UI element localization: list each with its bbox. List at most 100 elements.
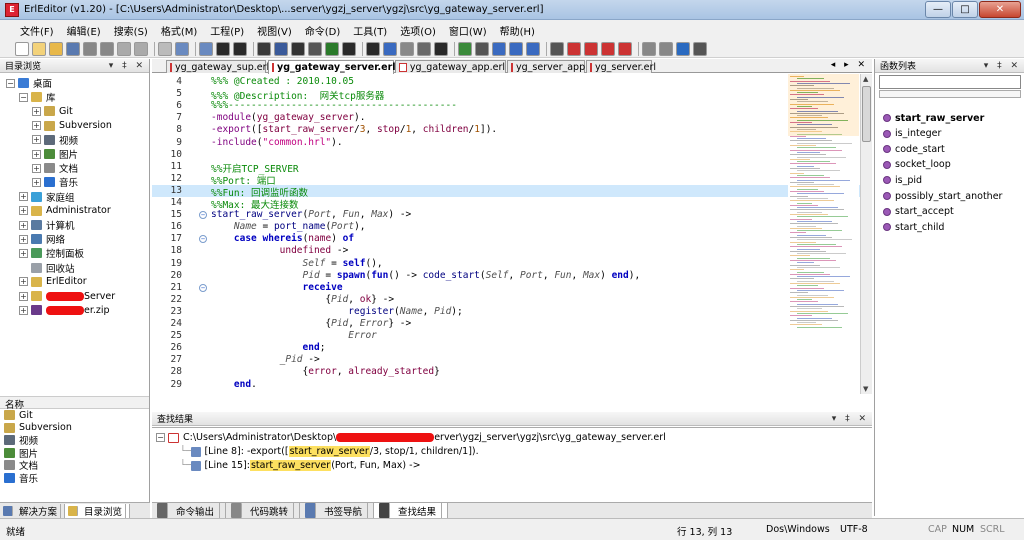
result-file-row[interactable]: − C:\Users\Administrator\Desktop\ erver\…: [156, 431, 666, 444]
menu-item[interactable]: 帮助(H): [496, 23, 539, 38]
expand-icon[interactable]: +: [32, 149, 41, 159]
list-item[interactable]: 文档: [0, 459, 149, 472]
tree-item[interactable]: + 文档: [32, 161, 78, 175]
toolbar-button-icon[interactable]: [458, 41, 472, 56]
expand-icon[interactable]: +: [19, 277, 28, 287]
tree-item[interactable]: + 控制面板: [19, 246, 84, 260]
tree-item[interactable]: + Subversion: [32, 119, 112, 133]
tree-item[interactable]: + 音乐: [32, 175, 78, 189]
expand-icon[interactable]: +: [19, 192, 28, 202]
toolbar-button-icon[interactable]: [618, 41, 632, 56]
fold-marker-icon[interactable]: −: [199, 211, 207, 220]
tree-item[interactable]: − 库: [19, 90, 56, 104]
toolbar-button-icon[interactable]: [366, 41, 380, 56]
function-list-item[interactable]: code_start: [883, 142, 945, 156]
toolbar-button-icon[interactable]: [134, 41, 148, 56]
expand-icon[interactable]: +: [32, 135, 41, 145]
toolbar-button-icon[interactable]: [158, 41, 172, 56]
tree-item[interactable]: + Server: [19, 289, 115, 303]
collapse-icon[interactable]: −: [6, 78, 15, 88]
toolbar-button-icon[interactable]: [216, 41, 230, 56]
fn-panel-pin-close-icons[interactable]: ▾ ‡ ✕: [984, 61, 1021, 71]
editor-vertical-scrollbar[interactable]: ▲ ▼: [860, 74, 872, 394]
result-line[interactable]: └─ [Line 15]: start_raw_server (Port, Fun…: [180, 459, 421, 472]
fold-marker-icon[interactable]: −: [199, 283, 207, 292]
minimize-button[interactable]: —: [925, 1, 951, 18]
expand-icon[interactable]: +: [32, 106, 41, 116]
toolbar-button-icon[interactable]: [642, 41, 656, 56]
tree-item[interactable]: + Administrator: [19, 204, 111, 218]
toolbar-button-icon[interactable]: [117, 41, 131, 56]
toolbar-button-icon[interactable]: [15, 41, 29, 56]
toolbar-button-icon[interactable]: [383, 41, 397, 56]
toolbar-button-icon[interactable]: [233, 41, 247, 56]
toolbar-button-icon[interactable]: [257, 41, 271, 56]
code-line[interactable]: 4 %%% @Created : 2010.10.05: [152, 76, 860, 88]
document-tab[interactable]: yg_server.erl: [586, 60, 656, 73]
expand-icon[interactable]: +: [19, 291, 28, 301]
left-panel-tab[interactable]: 解决方案: [0, 503, 66, 518]
code-editor[interactable]: 4 %%% @Created : 2010.10.05 5%%% @Descript…: [152, 74, 860, 394]
function-list-item[interactable]: start_child: [883, 220, 944, 234]
tree-item[interactable]: + 计算机: [19, 218, 75, 232]
code-line[interactable]: 28 {error, already_started}: [152, 366, 860, 378]
menu-item[interactable]: 选项(O): [396, 23, 440, 38]
function-list-item[interactable]: start_raw_server: [883, 111, 984, 125]
tree-item[interactable]: + Git: [32, 104, 73, 118]
tree-item[interactable]: + 图片: [32, 147, 78, 161]
code-line[interactable]: 17 − case whereis(name) of: [152, 233, 860, 245]
result-line[interactable]: └─ [Line 8]: -export([start_raw_server/3…: [180, 445, 479, 458]
toolbar-button-icon[interactable]: [550, 41, 564, 56]
code-line[interactable]: 26 end;: [152, 342, 860, 354]
document-tab[interactable]: yg_gateway_server.erl: [268, 60, 396, 74]
tree-item[interactable]: + 家庭组: [19, 190, 75, 204]
toolbar-button-icon[interactable]: [175, 41, 189, 56]
code-line[interactable]: 8 -export([start_raw_server/3, stop/1, ch…: [152, 124, 860, 136]
tree-item[interactable]: + 网络: [19, 232, 65, 246]
toolbar-button-icon[interactable]: [325, 41, 339, 56]
tree-item[interactable]: 回收站: [19, 261, 75, 275]
code-line[interactable]: 11 %%开启TCP_SERVER: [152, 161, 860, 175]
function-list-item[interactable]: start_accept: [883, 205, 954, 219]
code-line[interactable]: 15 − start_raw_server(Port, Fun, Max) ->: [152, 209, 860, 221]
toolbar-button-icon[interactable]: [509, 41, 523, 56]
expand-icon[interactable]: +: [19, 248, 28, 258]
scroll-up-icon[interactable]: ▲: [863, 75, 868, 83]
bottom-panel-tab[interactable]: 代码跳转: [226, 503, 301, 518]
results-pin-close-icons[interactable]: ▾ ‡ ✕: [832, 414, 869, 424]
menu-item[interactable]: 文件(F): [16, 23, 58, 38]
code-line[interactable]: 18 undefined ->: [152, 245, 860, 257]
function-filter-input[interactable]: [879, 75, 1021, 89]
toolbar-button-icon[interactable]: [308, 41, 322, 56]
toolbar-button-icon[interactable]: [83, 41, 97, 56]
toolbar-button-icon[interactable]: [274, 41, 288, 56]
toolbar-button-icon[interactable]: [49, 41, 63, 56]
name-list-header[interactable]: 名称: [0, 396, 149, 411]
expand-icon[interactable]: +: [19, 206, 28, 216]
toolbar-button-icon[interactable]: [100, 41, 114, 56]
expand-icon[interactable]: +: [19, 305, 28, 315]
toolbar-button-icon[interactable]: [434, 41, 448, 56]
maximize-button[interactable]: □: [952, 1, 978, 18]
expand-icon[interactable]: +: [19, 234, 28, 244]
scroll-down-icon[interactable]: ▼: [863, 385, 868, 393]
menu-item[interactable]: 工程(P): [206, 23, 248, 38]
code-line[interactable]: 16 Name = port_name(Port),: [152, 221, 860, 233]
document-tab[interactable]: yg_server_app.erl: [507, 60, 601, 73]
toolbar-button-icon[interactable]: [66, 41, 80, 56]
tree-item[interactable]: + ErlEditor: [19, 275, 87, 289]
list-item[interactable]: 视频: [0, 434, 149, 447]
toolbar-button-icon[interactable]: [584, 41, 598, 56]
list-item[interactable]: Subversion: [0, 422, 149, 435]
menu-item[interactable]: 格式(M): [157, 23, 201, 38]
code-line[interactable]: 24 {Pid, Error} ->: [152, 318, 860, 330]
code-line[interactable]: 10: [152, 149, 860, 161]
fold-marker-icon[interactable]: −: [199, 235, 207, 244]
toolbar-button-icon[interactable]: [32, 41, 46, 56]
code-line[interactable]: 19 Self = self(),: [152, 258, 860, 270]
toolbar-button-icon[interactable]: [291, 41, 305, 56]
code-line[interactable]: 27 _Pid ->: [152, 354, 860, 366]
code-line[interactable]: 14 %%Max: 最大连接数: [152, 197, 860, 211]
menu-item[interactable]: 视图(V): [253, 23, 296, 38]
toolbar-button-icon[interactable]: [659, 41, 673, 56]
